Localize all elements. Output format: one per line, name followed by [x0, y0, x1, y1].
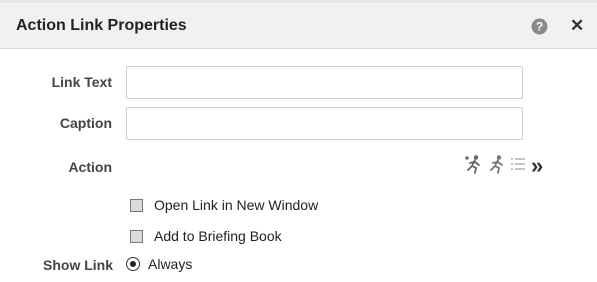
select-existing-action-icon[interactable] [487, 154, 507, 179]
link-text-input[interactable] [126, 66, 523, 99]
help-icon[interactable]: ? [531, 18, 548, 35]
caption-input[interactable] [126, 107, 523, 140]
action-link-properties-dialog: Action Link Properties ? ✕ Link Text Cap… [0, 0, 597, 282]
caption-label: Caption [59, 115, 112, 131]
new-navigate-action-icon[interactable] [463, 154, 485, 179]
link-text-label: Link Text [51, 74, 112, 90]
action-toolbar: » [463, 155, 543, 177]
open-new-window-label: Open Link in New Window [154, 197, 319, 213]
always-radio[interactable] [126, 257, 140, 271]
open-new-window-row[interactable]: Open Link in New Window [130, 196, 318, 214]
add-briefing-book-row[interactable]: Add to Briefing Book [130, 227, 282, 245]
show-link-always-option[interactable]: Always [126, 255, 192, 273]
action-list-icon[interactable] [509, 155, 527, 178]
dialog-title: Action Link Properties [16, 17, 187, 34]
action-label: Action [68, 159, 112, 175]
add-briefing-book-label: Add to Briefing Book [154, 228, 282, 244]
close-icon[interactable]: ✕ [570, 16, 584, 36]
svg-text:?: ? [536, 20, 543, 34]
more-icon[interactable]: » [531, 155, 543, 177]
dialog-titlebar: Action Link Properties ? ✕ [0, 3, 597, 49]
open-new-window-checkbox[interactable] [130, 198, 143, 212]
show-link-label: Show Link [43, 257, 113, 273]
always-radio-label: Always [148, 256, 193, 272]
add-briefing-book-checkbox[interactable] [130, 229, 143, 243]
